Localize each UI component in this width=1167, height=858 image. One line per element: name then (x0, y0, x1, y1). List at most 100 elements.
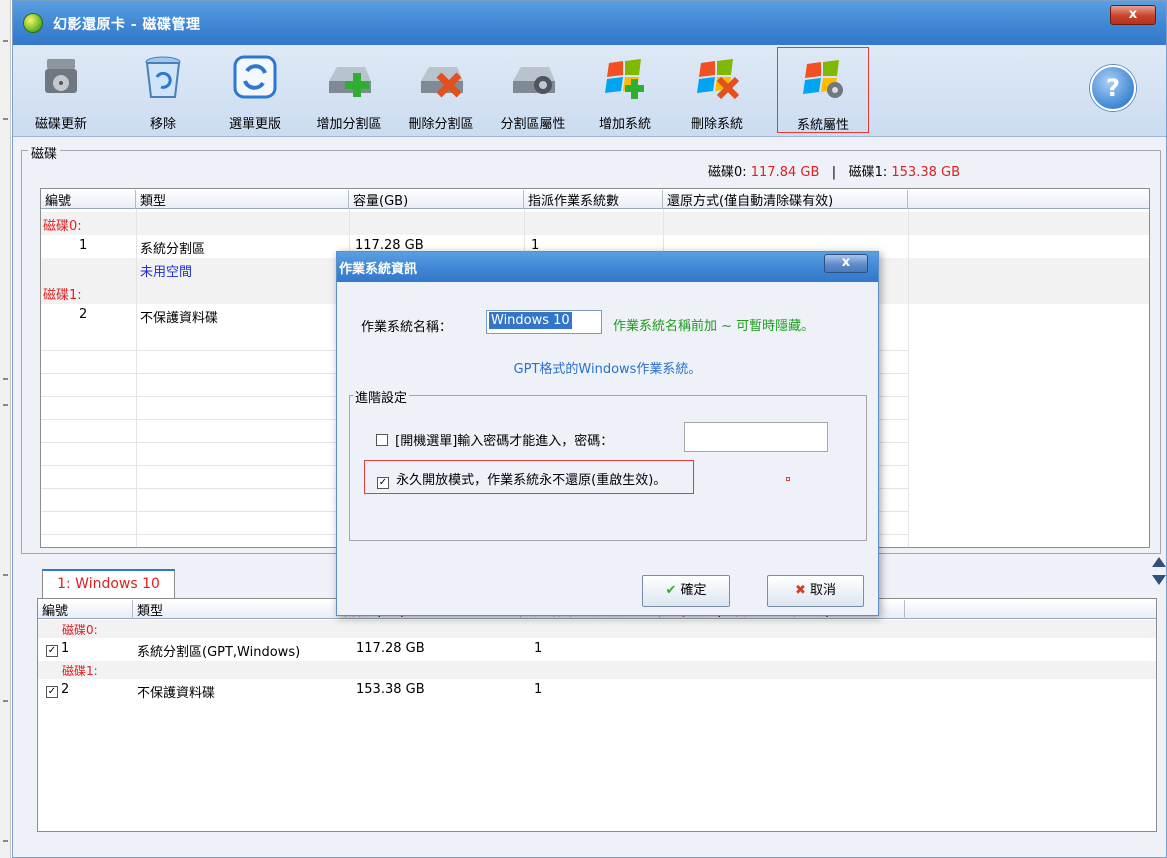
disk1-summary-label: 磁碟1: (848, 165, 888, 180)
column-header[interactable]: 編號 (38, 600, 133, 619)
delete-system-button[interactable]: 刪除系統 (671, 47, 763, 133)
row-checkbox[interactable]: ✓ (46, 686, 58, 698)
permanent-open-label: 永久開放模式，作業系統永不還原(重啟生效)。 (396, 473, 667, 488)
tab-windows-10[interactable]: 1: Windows 10 (42, 569, 175, 599)
title-bar: 幻影還原卡 - 磁碟管理 x (13, 1, 1166, 45)
row-number: 2 (79, 307, 88, 322)
system-properties-button[interactable]: 系統屬性 (777, 47, 869, 133)
gpt-note: GPT格式的Windows作業系統。 (513, 362, 702, 377)
permanent-open-row[interactable]: ✓ 永久開放模式，作業系統永不還原(重啟生效)。 (377, 469, 666, 489)
disk1-summary-size: 153.38 GB (891, 165, 960, 180)
boot-password-label: [開機選單]輸入密碼才能進入，密碼： (395, 434, 614, 449)
add-partition-button[interactable]: 增加分割區 (303, 47, 395, 133)
row-number: 2 (61, 682, 70, 697)
column-header[interactable]: 容量(GB) (349, 190, 524, 209)
menu-update-button[interactable]: 選單更版 (209, 47, 301, 133)
dialog-body: 作業系統名稱： Windows 10 作業系統名稱前加 ~ 可暫時隱藏。 GPT… (337, 282, 878, 615)
row-capacity: 153.38 GB (356, 682, 425, 697)
check-icon: ✔ (665, 583, 677, 598)
summary-separator: | (831, 165, 837, 180)
row-checkbox[interactable]: ✓ (46, 645, 58, 657)
os-name-input[interactable]: Windows 10 (486, 310, 602, 334)
column-header[interactable]: 類型 (133, 600, 346, 619)
cancel-label: 取消 (810, 583, 837, 598)
table-row[interactable]: ✓ 1 系統分割區(GPT,Windows) 117.28 GB 1 (38, 638, 1156, 661)
toolbar-label: 移除 (149, 117, 176, 132)
column-header[interactable]: 指派作業系統數 (524, 190, 663, 209)
app-logo-icon (23, 13, 43, 33)
os-partition-table[interactable]: 編號 類型 容量(GB) 所屬作業系統編號 還原方式(僅自動清除碟有效) 磁碟0… (37, 598, 1157, 832)
add-partition-icon (329, 67, 371, 97)
delete-system-icon (697, 59, 740, 100)
row-os-number: 1 (534, 682, 543, 697)
grid-line (136, 209, 137, 547)
disk-summary: 磁碟0: 117.84 GB | 磁碟1: 153.38 GB (708, 161, 960, 180)
row-number: 1 (79, 238, 88, 253)
table-row[interactable]: ✓ 2 不保護資料碟 153.38 GB 1 (38, 679, 1156, 702)
disk0-group-row[interactable]: 磁碟0: (41, 212, 1149, 235)
row-capacity: 117.28 GB (356, 641, 425, 656)
row-type: 未用空間 (140, 265, 193, 280)
boot-password-input[interactable] (684, 422, 828, 452)
window-close-button[interactable]: x (1110, 5, 1156, 25)
add-system-icon (605, 59, 644, 99)
row-number-cell: ✓ 1 (46, 641, 69, 657)
disk0-group-row[interactable]: 磁碟0: (38, 620, 1156, 638)
toolbar-label: 增加系統 (598, 117, 651, 132)
toolbar: 磁碟更新 移除 選單更版 增加分割區 刪除分割區 分割區屬性 增加系統 刪除系統… (13, 45, 1166, 137)
remove-button[interactable]: 移除 (117, 47, 209, 133)
row-os-number: 1 (534, 641, 543, 656)
help-button[interactable]: ? (1090, 65, 1136, 111)
disk1-group-row[interactable]: 磁碟1: (38, 661, 1156, 679)
splitter-arrows[interactable] (1152, 557, 1166, 597)
marker-dot (786, 477, 790, 481)
row-number: 1 (61, 641, 70, 656)
dialog-title-bar: 作業系統資訊 x (337, 252, 878, 282)
os-name-hint: 作業系統名稱前加 ~ 可暫時隱藏。 (613, 319, 815, 334)
left-edge-strip (0, 0, 11, 858)
disk-label: 磁碟0: (43, 219, 82, 234)
advanced-settings-group: 進階設定 [開機選單]輸入密碼才能進入，密碼： ✓ 永久開放模式，作業系統永不還… (349, 387, 867, 541)
arrow-down-icon[interactable] (1152, 575, 1166, 585)
grid-line (908, 209, 909, 547)
disk-refresh-icon (45, 59, 77, 93)
disk-management-window: 幻影還原卡 - 磁碟管理 x 磁碟更新 移除 選單更版 增加分割區 刪除分割區 … (12, 0, 1167, 858)
column-header[interactable]: 還原方式(僅自動清除碟有效) (663, 190, 908, 209)
add-system-button[interactable]: 增加系統 (579, 47, 671, 133)
window-title: 幻影還原卡 - 磁碟管理 (53, 17, 201, 33)
disk0-summary-size: 117.84 GB (750, 165, 820, 180)
arrow-up-icon[interactable] (1152, 557, 1166, 567)
permanent-open-checkbox[interactable]: ✓ (377, 477, 389, 489)
column-header[interactable]: 類型 (136, 190, 349, 209)
recycle-bin-icon (145, 56, 181, 98)
row-type: 不保護資料碟 (140, 311, 219, 326)
dialog-title: 作業系統資訊 (339, 262, 418, 277)
os-name-label: 作業系統名稱： (361, 320, 453, 335)
toolbar-label: 系統屬性 (796, 118, 849, 133)
toolbar-label: 刪除系統 (690, 117, 743, 132)
cancel-button[interactable]: ✖ 取消 (767, 575, 864, 607)
partition-properties-icon (513, 67, 555, 94)
partition-properties-button[interactable]: 分割區屬性 (487, 47, 579, 133)
toolbar-label: 磁碟更新 (34, 117, 87, 132)
row-type: 不保護資料碟 (137, 686, 216, 701)
row-number-cell: ✓ 2 (46, 682, 69, 698)
os-name-value: Windows 10 (489, 312, 572, 329)
toolbar-label: 分割區屬性 (500, 117, 566, 132)
ok-label: 確定 (680, 583, 707, 598)
disk0-summary-label: 磁碟0: (707, 165, 747, 180)
disk-label: 磁碟1: (62, 664, 98, 678)
boot-password-checkbox[interactable] (376, 434, 388, 446)
os-info-dialog: 作業系統資訊 x 作業系統名稱： Windows 10 作業系統名稱前加 ~ 可… (336, 251, 879, 616)
disk-refresh-button[interactable]: 磁碟更新 (15, 47, 107, 133)
delete-partition-button[interactable]: 刪除分割區 (395, 47, 487, 133)
boot-password-row[interactable]: [開機選單]輸入密碼才能進入，密碼： (376, 430, 613, 449)
ok-button[interactable]: ✔ 確定 (642, 575, 730, 607)
advanced-settings-legend: 進階設定 (353, 387, 410, 406)
column-header[interactable]: 編號 (41, 190, 136, 209)
dialog-close-button[interactable]: x (824, 254, 868, 273)
x-icon: ✖ (794, 583, 806, 598)
disk-group-legend: 磁碟 (28, 143, 61, 162)
disk-label: 磁碟1: (43, 288, 82, 303)
toolbar-label: 增加分割區 (316, 117, 382, 132)
